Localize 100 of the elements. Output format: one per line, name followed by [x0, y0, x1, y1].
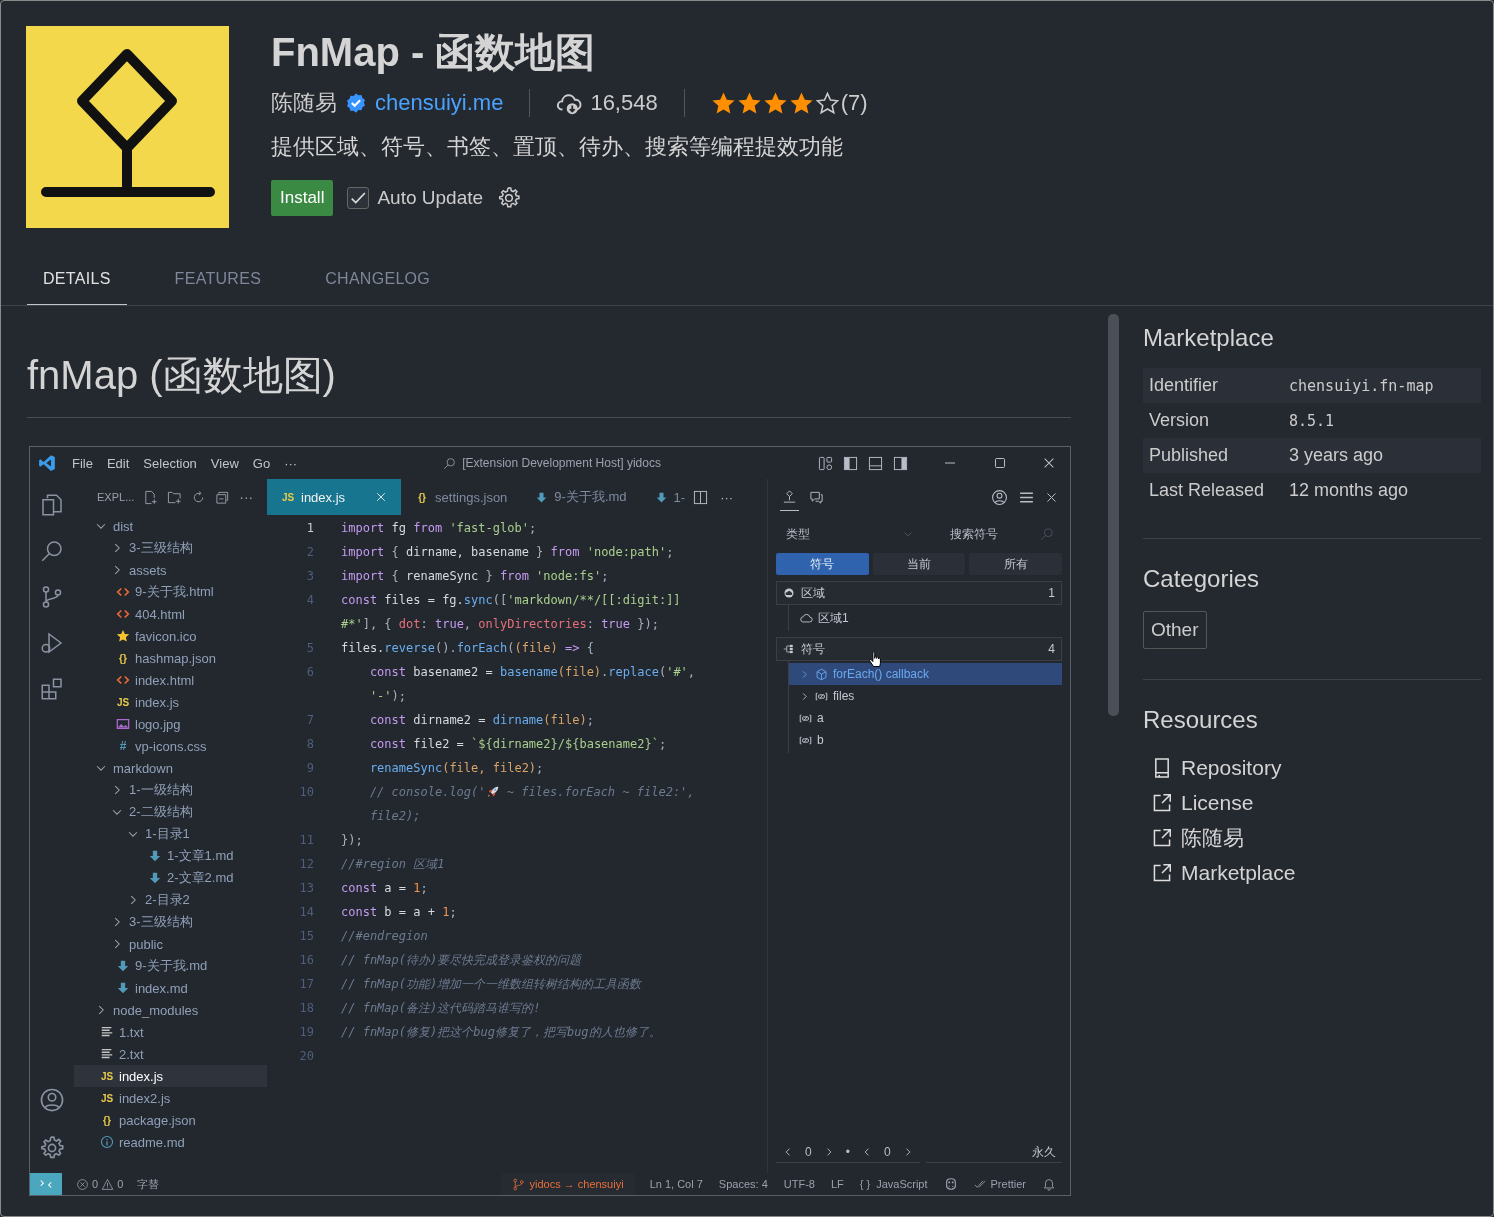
- status-item[interactable]: LF: [830, 1178, 844, 1190]
- run-debug-icon[interactable]: [40, 631, 64, 655]
- rating-stars[interactable]: (7): [710, 90, 868, 116]
- editor-tab[interactable]: {} settings.json: [401, 479, 522, 515]
- menu-item[interactable]: ···: [284, 455, 298, 471]
- auto-update-checkbox[interactable]: [347, 187, 370, 209]
- tree-item[interactable]: dist: [74, 515, 267, 537]
- editor-tab[interactable]: JS index.js: [267, 479, 402, 515]
- tree-item[interactable]: public: [74, 933, 267, 955]
- status-item[interactable]: UTF-8: [783, 1178, 815, 1190]
- close-icon[interactable]: [1045, 490, 1058, 504]
- editor-tab[interactable]: 1-: [640, 479, 688, 515]
- mode-tab[interactable]: 符号: [776, 553, 869, 575]
- status-item[interactable]: 字替: [137, 1176, 160, 1192]
- chat-icon[interactable]: [809, 489, 824, 505]
- panel-toggle-icon[interactable]: [868, 455, 883, 471]
- tree-item[interactable]: node_modules: [74, 999, 267, 1021]
- resource-link[interactable]: Repository: [1181, 755, 1282, 780]
- symbol-item[interactable]: b: [789, 729, 1062, 751]
- checkbox-label[interactable]: Auto Update: [377, 187, 484, 209]
- tree-item[interactable]: logo.jpg: [74, 713, 267, 735]
- command-center[interactable]: [Extension Development Host] yidocs: [462, 456, 661, 470]
- menu-item[interactable]: File: [72, 455, 93, 471]
- search-field[interactable]: 搜索符号: [926, 521, 1062, 547]
- new-file-icon[interactable]: [143, 489, 159, 505]
- tab[interactable]: DETAILS: [27, 266, 127, 305]
- pin-icon[interactable]: [782, 489, 797, 504]
- error-count[interactable]: 0: [92, 1178, 99, 1190]
- mode-tab[interactable]: 当前: [872, 553, 966, 575]
- layout-icon[interactable]: [818, 455, 833, 471]
- collapse-all-icon[interactable]: [215, 489, 231, 505]
- tree-item[interactable]: JS index2.js: [74, 1087, 267, 1109]
- more-actions[interactable]: ···: [720, 489, 734, 505]
- more-actions[interactable]: ···: [239, 489, 254, 505]
- tree-item[interactable]: {} hashmap.json: [74, 647, 267, 669]
- tab[interactable]: FEATURES: [158, 266, 278, 305]
- tree-item[interactable]: 2-目录2: [74, 889, 267, 911]
- tree-item[interactable]: 2.txt: [74, 1043, 267, 1065]
- tree-item[interactable]: favicon.ico: [74, 625, 267, 647]
- resource-link[interactable]: License: [1181, 790, 1254, 815]
- menu-item[interactable]: View: [210, 455, 239, 471]
- tree-item[interactable]: JS index.js: [74, 691, 267, 713]
- close-icon[interactable]: [375, 491, 388, 503]
- duration-field[interactable]: 永久: [925, 1142, 1062, 1163]
- close-icon[interactable]: [1042, 456, 1056, 470]
- language-mode[interactable]: JavaScript: [876, 1178, 928, 1190]
- tree-item[interactable]: 9-关于我.md: [74, 955, 267, 977]
- symbol-item[interactable]: a: [789, 707, 1062, 729]
- tree-item[interactable]: 2-二级结构: [74, 801, 267, 823]
- tree-item[interactable]: 2-文章2.md: [74, 867, 267, 889]
- split-editor-icon[interactable]: [693, 489, 709, 505]
- sidebar-toggle-icon[interactable]: [843, 455, 858, 471]
- tree-item[interactable]: 3-三级结构: [74, 911, 267, 933]
- prettier-status[interactable]: Prettier: [990, 1178, 1026, 1190]
- group-header[interactable]: 符号 4: [776, 637, 1062, 661]
- tab[interactable]: CHANGELOG: [309, 266, 447, 305]
- branch-name[interactable]: yidocs → chensuiyi: [529, 1178, 624, 1190]
- group-header[interactable]: 区域 1: [776, 581, 1062, 605]
- editor-tab[interactable]: 9-关于我.md: [521, 479, 641, 515]
- warning-count[interactable]: 0: [117, 1178, 124, 1190]
- symbol-item[interactable]: files: [789, 685, 1062, 707]
- menu-item[interactable]: Go: [252, 455, 271, 471]
- tree-item[interactable]: # vp-icons.css: [74, 735, 267, 757]
- new-folder-icon[interactable]: [167, 489, 183, 505]
- category-tag[interactable]: Other: [1143, 611, 1207, 649]
- account-icon[interactable]: [991, 488, 1008, 506]
- menu-item[interactable]: Edit: [106, 455, 130, 471]
- bell-icon[interactable]: [1042, 1177, 1056, 1191]
- tree-item[interactable]: index.html: [74, 669, 267, 691]
- install-button[interactable]: Install: [271, 180, 334, 216]
- publisher-domain-link[interactable]: chensuiyi.me: [375, 90, 504, 116]
- tree-item[interactable]: 404.html: [74, 603, 267, 625]
- tree-item[interactable]: {} package.json: [74, 1109, 267, 1131]
- search-icon[interactable]: [40, 539, 64, 563]
- secondary-sidebar-icon[interactable]: [893, 455, 908, 471]
- settings-icon[interactable]: [497, 186, 522, 210]
- tree-item[interactable]: markdown: [74, 757, 267, 779]
- resource-link[interactable]: Marketplace: [1181, 860, 1296, 885]
- tree-item[interactable]: 9-关于我.html: [74, 581, 267, 603]
- maximize-icon[interactable]: [992, 455, 1008, 471]
- tree-item[interactable]: assets: [74, 559, 267, 581]
- resource-link[interactable]: 陈随易: [1181, 823, 1244, 852]
- source-control-icon[interactable]: [40, 585, 64, 609]
- tree-item[interactable]: JS index.js: [74, 1065, 267, 1087]
- tree-item[interactable]: 1-文章1.md: [74, 845, 267, 867]
- tree-item[interactable]: readme.md: [74, 1131, 267, 1153]
- symbol-item[interactable]: 区域1: [789, 607, 1062, 629]
- tree-item[interactable]: 3-三级结构: [74, 537, 267, 559]
- settings-icon[interactable]: [39, 1135, 65, 1161]
- menu-item[interactable]: Selection: [143, 455, 197, 471]
- status-item[interactable]: Ln 1, Col 7: [649, 1178, 703, 1190]
- status-item[interactable]: Spaces: 4: [718, 1178, 768, 1190]
- tree-item[interactable]: 1-一级结构: [74, 779, 267, 801]
- files-icon[interactable]: [40, 493, 64, 517]
- publisher-name[interactable]: 陈随易: [271, 88, 337, 118]
- scrollbar-thumb[interactable]: [1108, 314, 1119, 716]
- tree-item[interactable]: 1.txt: [74, 1021, 267, 1043]
- extensions-icon[interactable]: [40, 677, 64, 701]
- tree-item[interactable]: 1-目录1: [74, 823, 267, 845]
- symbol-item[interactable]: forEach() callback: [789, 663, 1062, 685]
